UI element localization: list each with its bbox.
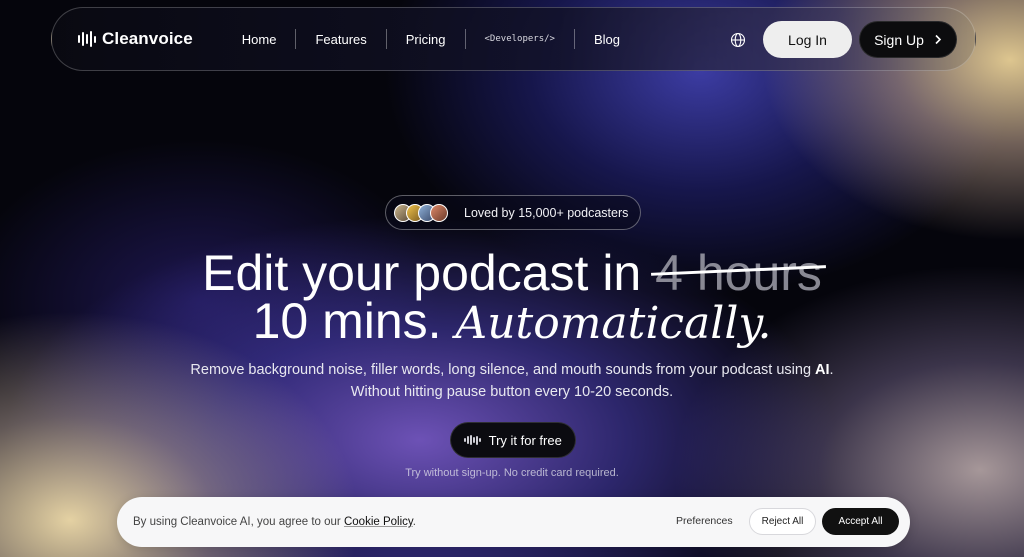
headline-text: 10 mins. <box>252 293 456 349</box>
nav-link-developers[interactable]: <Developers/> <box>466 34 574 44</box>
brand-logo[interactable]: Cleanvoice <box>78 29 193 49</box>
navbar: Cleanvoice Home Features Pricing <Develo… <box>51 7 976 71</box>
accept-all-button[interactable]: Accept All <box>822 508 899 535</box>
waveform-icon <box>464 435 481 445</box>
social-proof-badge: Loved by 15,000+ podcasters <box>385 195 641 230</box>
nav-links: Home Features Pricing <Developers/> Blog <box>223 29 639 49</box>
headline-line-1: Edit your podcast in 4 hours <box>0 248 1024 298</box>
avatar-group <box>394 203 448 222</box>
signup-label: Sign Up <box>874 31 924 48</box>
subtitle-line-1: Remove background noise, filler words, l… <box>0 359 1024 381</box>
nav-link-pricing[interactable]: Pricing <box>387 32 465 47</box>
badge-text: Loved by 15,000+ podcasters <box>464 205 629 220</box>
struck-duration: 4 hours <box>651 245 826 301</box>
subtitle-text: . <box>829 362 834 378</box>
chevron-right-icon <box>935 34 942 45</box>
headline-line-2: 10 mins. Automatically. <box>0 296 1024 349</box>
login-button[interactable]: Log In <box>763 21 852 58</box>
cookie-text-prefix: By using Cleanvoice AI, you agree to our <box>133 516 344 528</box>
cookie-banner: By using Cleanvoice AI, you agree to our… <box>117 497 910 547</box>
brand-name: Cleanvoice <box>102 29 193 48</box>
accept-all-label: Accept All <box>838 516 883 527</box>
headline-italic: Automatically. <box>455 298 772 349</box>
try-free-label: Try it for free <box>488 432 562 448</box>
subtitle-bold: AI <box>815 362 830 378</box>
cta-note: Try without sign-up. No credit card requ… <box>405 467 619 479</box>
login-label: Log In <box>788 31 827 48</box>
avatar <box>430 203 448 222</box>
subtitle-text: Remove background noise, filler words, l… <box>190 362 816 378</box>
reject-all-button[interactable]: Reject All <box>749 508 816 535</box>
nav-link-features[interactable]: Features <box>296 32 385 47</box>
waveform-icon <box>78 30 96 48</box>
nav-link-home[interactable]: Home <box>223 32 296 47</box>
cookie-text: By using Cleanvoice AI, you agree to our… <box>133 516 416 528</box>
cookie-policy-link[interactable]: Cookie Policy <box>344 516 413 528</box>
cookie-text-suffix: . <box>412 516 416 528</box>
subtitle-line-2: Without hitting pause button every 10-20… <box>350 384 674 400</box>
try-free-button[interactable]: Try it for free <box>450 422 576 458</box>
reject-all-label: Reject All <box>761 516 804 527</box>
nav-link-blog[interactable]: Blog <box>575 32 639 47</box>
signup-button[interactable]: Sign Up <box>859 21 957 58</box>
preferences-button[interactable]: Preferences <box>676 515 733 527</box>
globe-icon[interactable] <box>730 32 746 48</box>
